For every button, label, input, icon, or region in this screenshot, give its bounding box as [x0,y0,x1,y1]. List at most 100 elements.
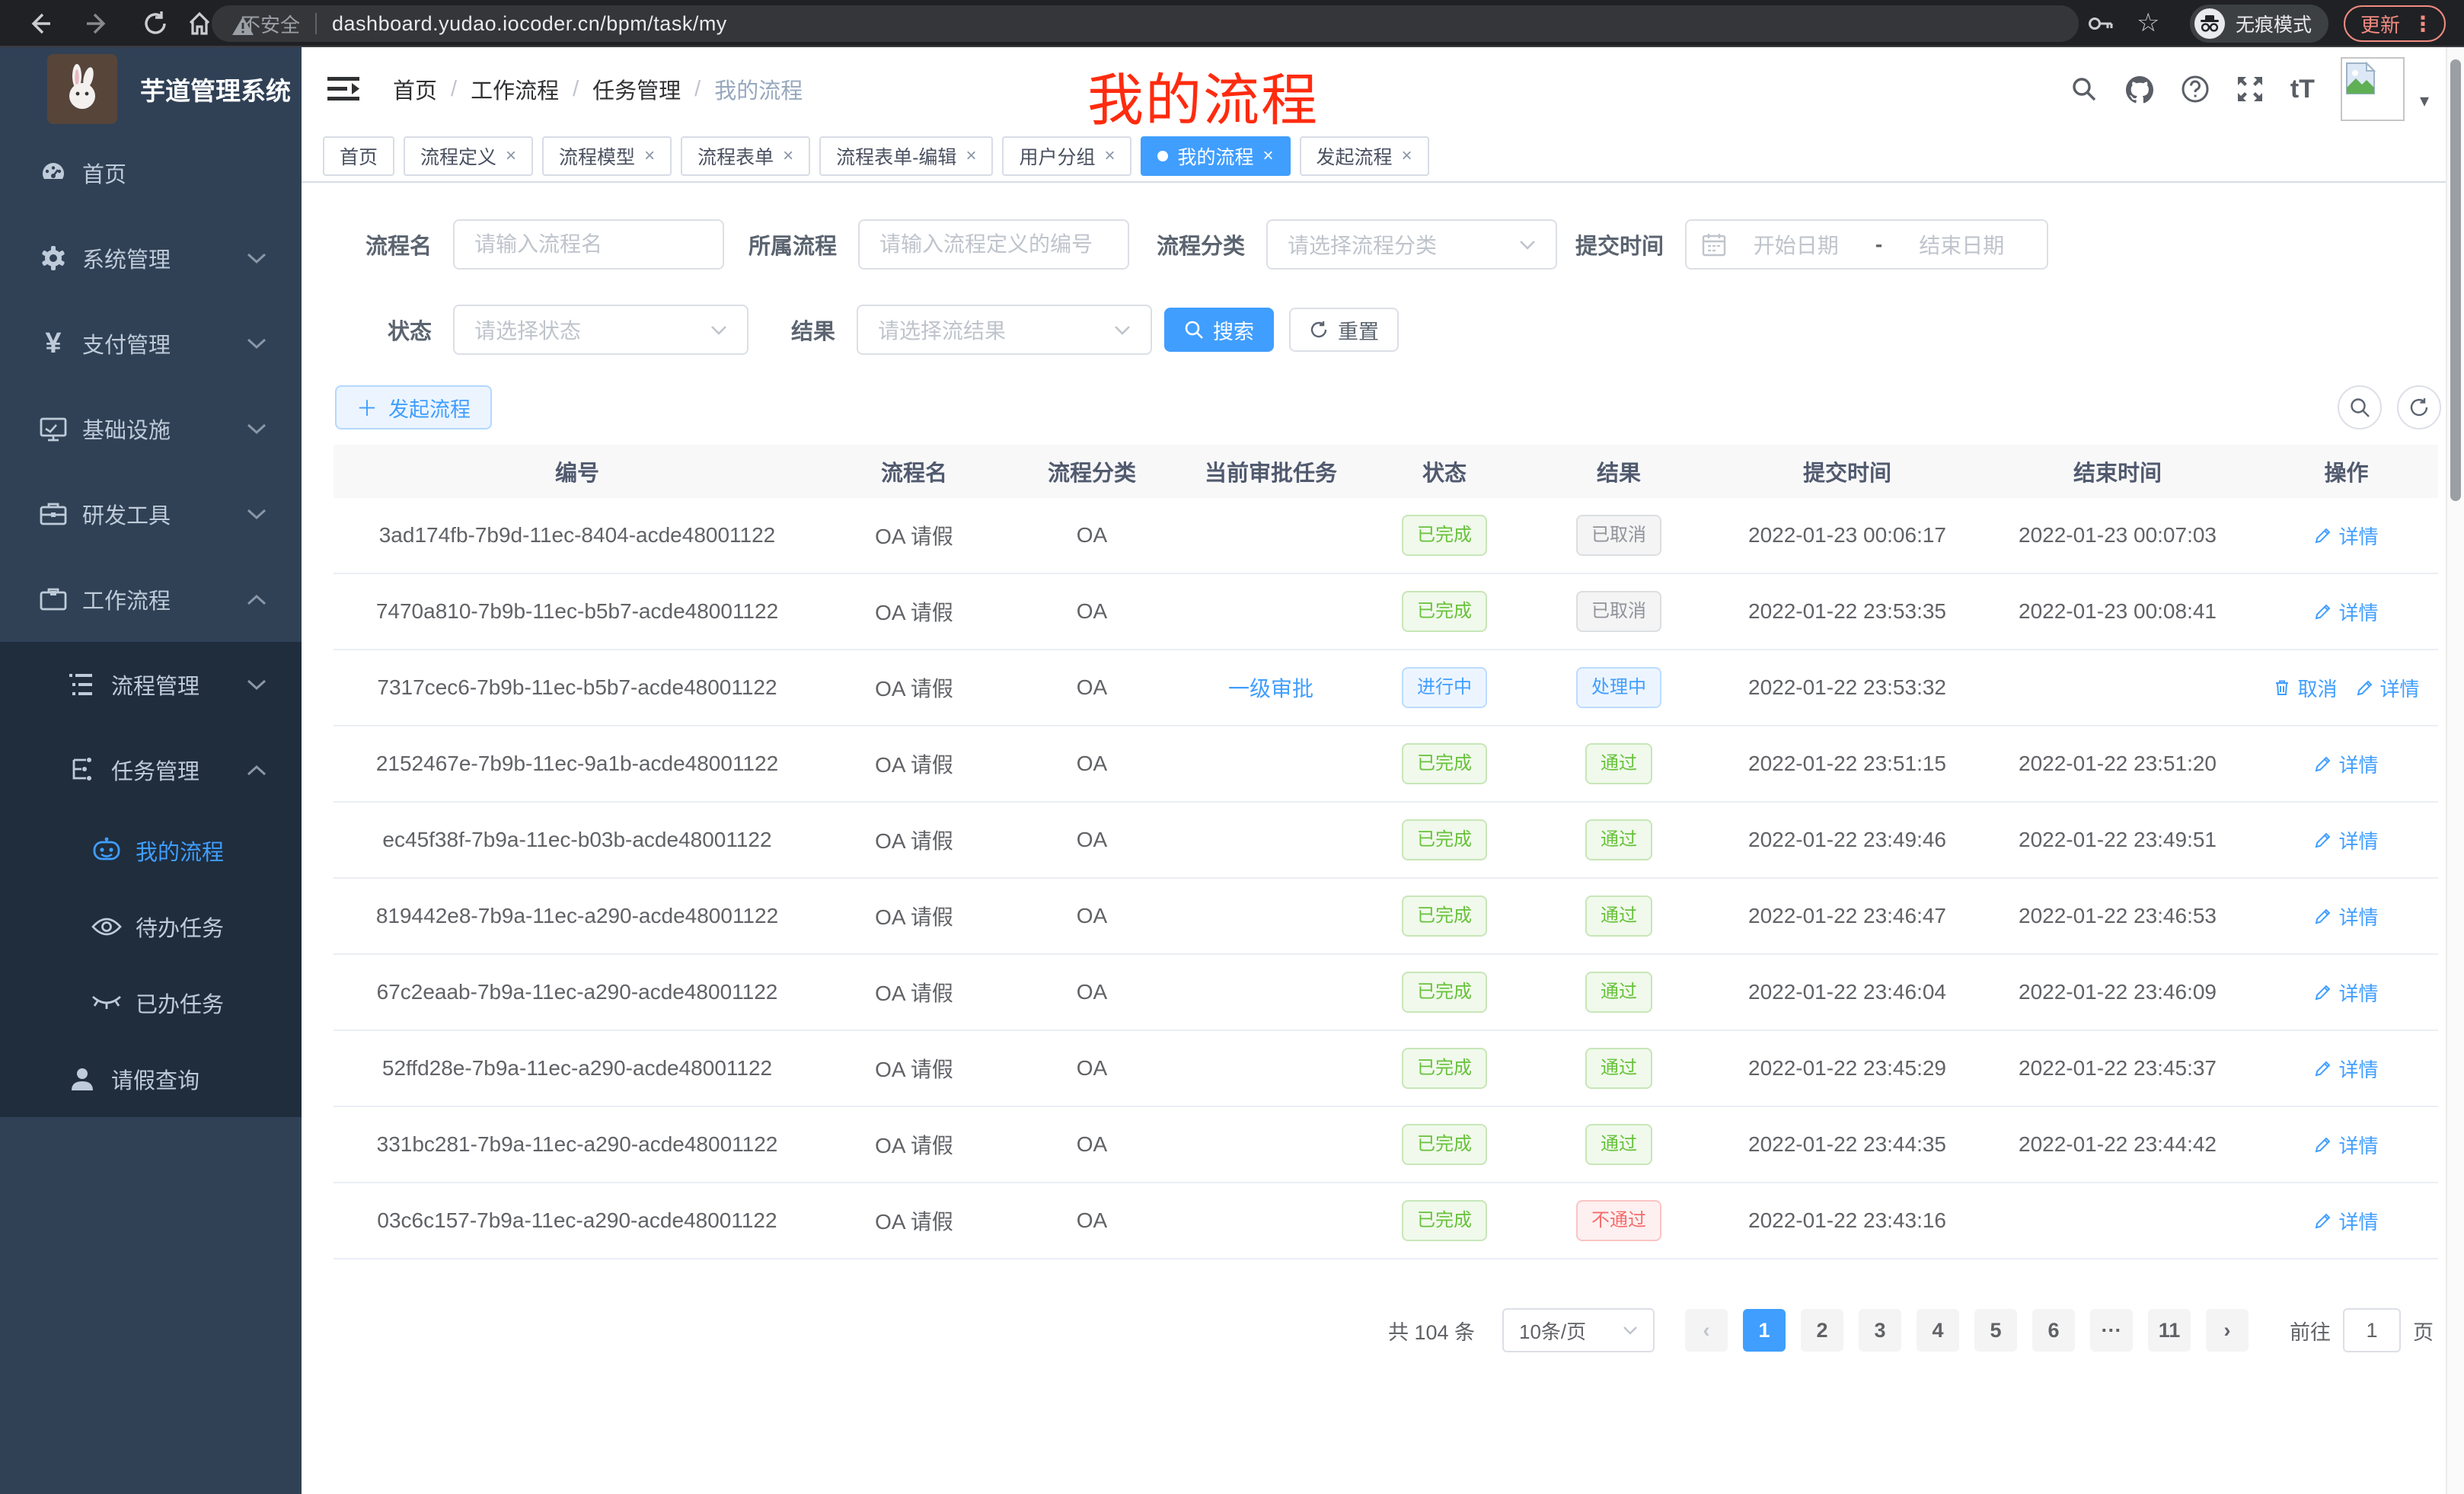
detail-link[interactable]: 详情 [2314,598,2378,626]
sidebar-collapse-icon[interactable] [327,75,359,103]
close-icon[interactable]: × [1104,145,1115,167]
page-button-4[interactable]: 4 [1917,1309,1959,1352]
filter-row-2: 状态 请选择状态 结果 请选择流结果 搜索 重置 [335,305,2464,355]
detail-link[interactable]: 详情 [2314,522,2378,550]
bookmark-star-icon[interactable]: ☆ [2137,8,2159,38]
close-icon[interactable]: × [644,145,655,167]
detail-link[interactable]: 详情 [2314,1131,2378,1159]
detail-link[interactable]: 详情 [2314,902,2378,931]
tab-home[interactable]: 首页 [323,136,394,176]
page-button-11[interactable]: 11 [2148,1309,2191,1352]
next-page-button[interactable]: › [2206,1309,2249,1352]
cell-result: 通过 [1524,1124,1714,1165]
incognito-badge[interactable]: 无痕模式 [2190,5,2328,43]
sidebar-item-dev-tools[interactable]: 研发工具 [0,471,302,557]
sidebar-item-todo-tasks[interactable]: 待办任务 [0,889,302,965]
parent-process-input[interactable] [858,219,1129,270]
sidebar-item-label: 任务管理 [111,754,199,786]
avatar-caret-icon[interactable]: ▾ [2420,90,2429,112]
start-process-button[interactable]: ＋ 发起流程 [335,385,492,429]
browser-update-button[interactable]: 更新 ⋮ [2344,5,2446,42]
page-button-1[interactable]: 1 [1743,1309,1786,1352]
close-icon[interactable]: × [506,145,516,167]
browser-back-icon[interactable] [26,10,53,37]
scrollbar-track [2446,47,2464,1494]
close-icon[interactable]: × [783,145,793,167]
browser-forward-icon[interactable] [84,10,111,37]
url-text[interactable]: dashboard.yudao.iocoder.cn/bpm/task/my [332,12,727,36]
sidebar-item-process-management[interactable]: 流程管理 [0,642,302,727]
toggle-search-button[interactable] [2338,385,2382,429]
cell-result: 通过 [1524,895,1714,937]
browser-menu-overflow-icon[interactable]: ⋮ [2412,11,2434,37]
end-date-placeholder[interactable]: 结束日期 [1892,229,2032,260]
tab-process-form[interactable]: 流程表单× [681,136,810,176]
sidebar-item-label: 首页 [82,157,126,189]
detail-link[interactable]: 详情 [2314,750,2378,778]
avatar[interactable] [2341,57,2405,121]
breadcrumb-task-management[interactable]: 任务管理 [592,73,681,105]
address-bar[interactable]: 不安全 dashboard.yudao.iocoder.cn/bpm/task/… [212,5,2079,42]
tab-user-group[interactable]: 用户分组× [1002,136,1131,176]
detail-link[interactable]: 详情 [2314,1207,2378,1235]
font-size-icon[interactable]: tT [2290,75,2315,104]
breadcrumb-workflow[interactable]: 工作流程 [471,73,559,105]
detail-link[interactable]: 详情 [2314,1055,2378,1083]
breadcrumb-home[interactable]: 首页 [393,73,437,105]
search-icon[interactable] [2070,75,2099,104]
github-icon[interactable] [2124,75,2155,104]
sidebar-item-task-management[interactable]: 任务管理 [0,727,302,812]
goto-page-input[interactable] [2343,1308,2401,1352]
page-button-2[interactable]: 2 [1801,1309,1843,1352]
browser-reload-icon[interactable] [142,10,169,37]
page-content: 流程名 所属流程 流程分类 请选择流程分类 提交时间 开始日期 - 结束日期 [302,183,2464,1352]
close-icon[interactable]: × [1402,145,1412,167]
more-pages-button[interactable]: ··· [2090,1309,2133,1352]
sidebar-item-my-process[interactable]: 我的流程 [0,812,302,889]
tab-process-model[interactable]: 流程模型× [542,136,672,176]
fullscreen-icon[interactable] [2236,75,2265,104]
cell-status: 已完成 [1365,1124,1524,1165]
search-button[interactable]: 搜索 [1164,308,1274,352]
task-link[interactable]: 一级审批 [1228,672,1313,703]
tab-start-process[interactable]: 发起流程× [1300,136,1429,176]
start-date-placeholder[interactable]: 开始日期 [1726,229,1866,260]
reset-button[interactable]: 重置 [1289,308,1399,352]
result-select[interactable]: 请选择流结果 [857,305,1152,355]
page-size-select[interactable]: 10条/页 [1502,1308,1655,1352]
cancel-link[interactable]: 取消 [2273,674,2337,702]
tab-my-process[interactable]: 我的流程× [1141,136,1290,176]
status-select[interactable]: 请选择状态 [453,305,748,355]
sidebar-item-system[interactable]: 系统管理 [0,215,302,301]
app-logo[interactable]: 芋道管理系统 [0,47,302,130]
page-button-5[interactable]: 5 [1974,1309,2017,1352]
delete-icon [2273,678,2291,697]
tab-process-definition[interactable]: 流程定义× [404,136,533,176]
submit-time-range-picker[interactable]: 开始日期 - 结束日期 [1685,219,2048,270]
browser-home-icon[interactable] [186,10,213,37]
close-icon[interactable]: × [1263,145,1274,167]
sidebar-item-done-tasks[interactable]: 已办任务 [0,965,302,1041]
scrollbar-thumb[interactable] [2450,59,2461,501]
passwords-key-icon[interactable] [2088,12,2114,35]
edit-icon [2314,526,2332,544]
insecure-warning-icon[interactable] [231,15,254,37]
detail-link[interactable]: 详情 [2356,674,2420,702]
detail-link[interactable]: 详情 [2314,826,2378,854]
sidebar-item-leave-query[interactable]: 请假查询 [0,1041,302,1117]
prev-page-button[interactable]: ‹ [1685,1309,1728,1352]
close-icon[interactable]: × [965,145,976,167]
page-button-3[interactable]: 3 [1859,1309,1901,1352]
sidebar-item-home[interactable]: 首页 [0,130,302,215]
detail-link[interactable]: 详情 [2314,978,2378,1007]
sidebar-item-payment[interactable]: ¥ 支付管理 [0,301,302,386]
tab-process-form-edit[interactable]: 流程表单-编辑× [819,136,993,176]
refresh-table-button[interactable] [2397,385,2441,429]
help-icon[interactable] [2181,75,2210,104]
category-select[interactable]: 请选择流程分类 [1266,219,1557,270]
page-button-6[interactable]: 6 [2032,1309,2075,1352]
sidebar-item-workflow[interactable]: 工作流程 [0,557,302,642]
cell-submit-time: 2022-01-22 23:46:47 [1714,904,1980,928]
sidebar-item-infrastructure[interactable]: 基础设施 [0,386,302,471]
process-name-input[interactable] [453,219,724,270]
